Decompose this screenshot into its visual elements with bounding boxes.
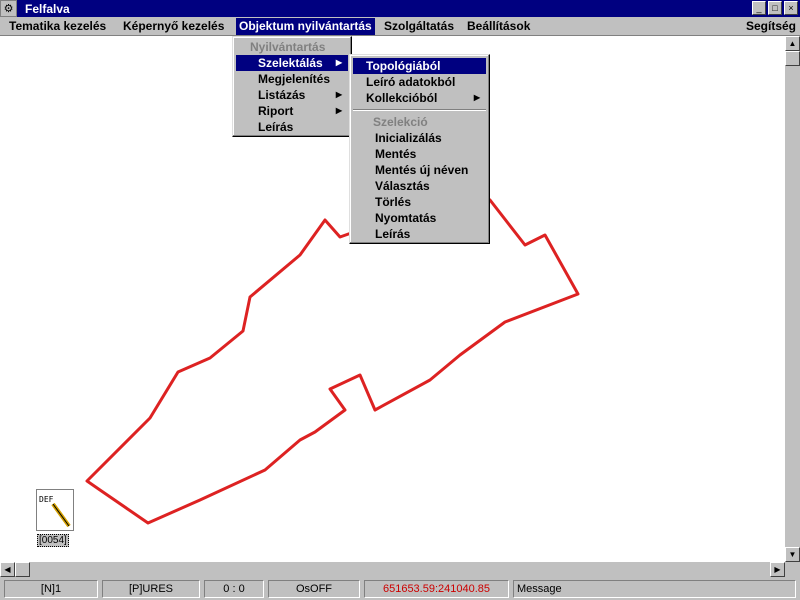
submenu-arrow-icon: ▶ <box>335 58 342 67</box>
scroll-right-icon[interactable]: ▶ <box>770 562 785 577</box>
menu-item-valasztas[interactable]: Választás <box>353 178 486 194</box>
scroll-left-icon[interactable]: ◀ <box>0 562 15 577</box>
menu-item-leiro-adatokbol[interactable]: Leíró adatokból <box>353 74 486 90</box>
vertical-scroll-thumb[interactable] <box>785 51 800 66</box>
scrollbar-corner <box>785 562 800 577</box>
menu-item-mentes[interactable]: Mentés <box>353 146 486 162</box>
status-n: [N]1 <box>4 580 98 598</box>
menu-tematika[interactable]: Tematika kezelés <box>6 18 109 35</box>
menu-bar: Tematika kezelés Képernyő kezelés Objekt… <box>0 17 800 36</box>
submenu-arrow-icon: ▶ <box>335 106 342 115</box>
maximize-button[interactable]: □ <box>768 1 782 15</box>
submenu-arrow-icon: ▶ <box>473 93 480 102</box>
menu-item-topologiabol[interactable]: Topológiából <box>353 58 486 74</box>
szelektalas-submenu: Topológiából Leíró adatokból Kollekcióbó… <box>349 54 490 244</box>
menu-segitseg[interactable]: Segítség <box>743 18 799 35</box>
status-os: OsOFF <box>268 580 360 598</box>
status-bar: [N]1 [P]URES 0 : 0 OsOFF 651653.59:24104… <box>0 577 800 600</box>
menu-item-szelektalas[interactable]: Szelektálás ▶ <box>236 55 348 71</box>
menu-item-kollekciobol[interactable]: Kollekcióból ▶ <box>353 90 486 106</box>
menu-item-szelekcio-leiras[interactable]: Leírás <box>353 226 486 242</box>
window-title: Felfalva <box>25 1 70 16</box>
menu-item-kollekciobol-label: Kollekcióból <box>366 91 438 105</box>
menu-item-mentes-uj-neven[interactable]: Mentés új néven <box>353 162 486 178</box>
menu-szolgaltatas[interactable]: Szolgáltatás <box>381 18 457 35</box>
def-window-icon[interactable]: DEF <box>36 489 74 531</box>
status-coordinates: 651653.59:241040.85 <box>364 580 509 598</box>
app-logo-icon[interactable]: ⚙ <box>0 0 17 17</box>
menu-header-szelekcio: Szelekció <box>373 115 428 129</box>
status-message: Message <box>513 580 796 598</box>
menu-kepernyo[interactable]: Képernyő kezelés <box>120 18 227 35</box>
menu-item-leiras[interactable]: Leírás <box>236 119 348 135</box>
scroll-up-icon[interactable]: ▲ <box>785 36 800 51</box>
menu-beallitasok[interactable]: Beállítások <box>464 18 533 35</box>
menu-item-listazas[interactable]: Listázás ▶ <box>236 87 348 103</box>
menu-item-megjelenites[interactable]: Megjelenítés <box>236 71 348 87</box>
vertical-scrollbar[interactable]: ▲ ▼ <box>785 36 800 562</box>
horizontal-scrollbar[interactable]: ◀ ▶ <box>0 562 785 577</box>
status-p: [P]URES <box>102 580 200 598</box>
scroll-down-icon[interactable]: ▼ <box>785 547 800 562</box>
status-counter: 0 : 0 <box>204 580 264 598</box>
menu-item-szelektalas-label: Szelektálás <box>258 56 323 70</box>
menu-separator <box>353 109 486 111</box>
menu-item-nyomtatas[interactable]: Nyomtatás <box>353 210 486 226</box>
title-bar: ⚙ Felfalva _ □ × <box>0 0 800 17</box>
pencil-icon: DEF <box>39 495 71 528</box>
parcel-boundary[interactable] <box>85 188 580 525</box>
def-window-label[interactable]: [0054] <box>37 534 69 547</box>
objektum-menu: Nyilvántartás Szelektálás ▶ Megjelenítés… <box>232 36 352 137</box>
menu-header-nyilvantartas: Nyilvántartás <box>250 40 326 54</box>
def-icon-text: DEF <box>39 495 54 504</box>
horizontal-scroll-thumb[interactable] <box>15 562 30 577</box>
close-button[interactable]: × <box>784 1 798 15</box>
menu-item-listazas-label: Listázás <box>258 88 306 102</box>
menu-item-riport[interactable]: Riport ▶ <box>236 103 348 119</box>
menu-objektum[interactable]: Objektum nyilvántartás <box>236 18 375 35</box>
menu-item-inicializalas[interactable]: Inicializálás <box>353 130 486 146</box>
menu-item-riport-label: Riport <box>258 104 294 118</box>
minimize-button[interactable]: _ <box>752 1 766 15</box>
submenu-arrow-icon: ▶ <box>335 90 342 99</box>
menu-item-torles[interactable]: Törlés <box>353 194 486 210</box>
